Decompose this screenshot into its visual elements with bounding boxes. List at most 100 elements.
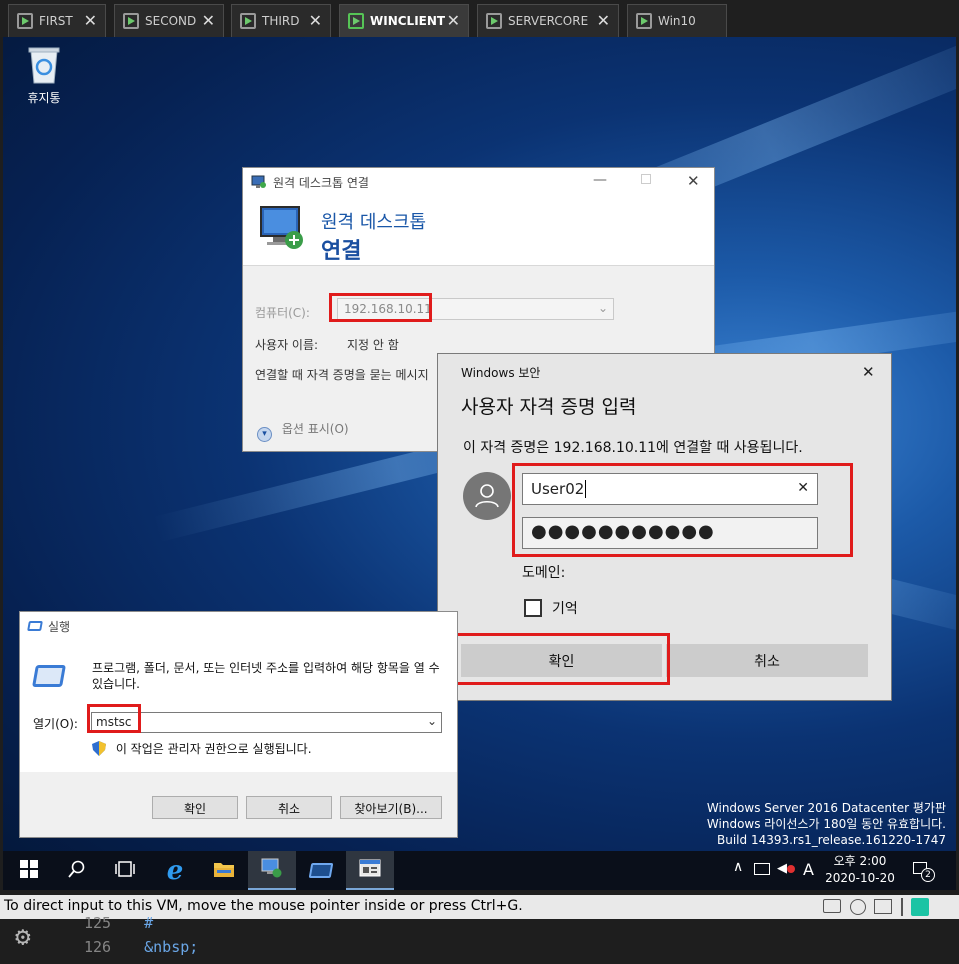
remember-label: 기억 — [552, 601, 578, 617]
window-title: 원격 데스크톱 연결 — [273, 175, 369, 190]
gear-icon[interactable]: ⚙ — [15, 922, 31, 952]
clock-date: 2020-10-20 — [825, 871, 895, 885]
vm-tab-winclient[interactable]: WINCLIENT ✕ — [339, 4, 469, 37]
open-combobox[interactable]: mstsc ⌄ — [91, 712, 442, 733]
vm-running-icon — [17, 13, 33, 29]
notification-count: 2 — [921, 868, 935, 882]
vm-tab-bar: FIRST ✕ SECOND ✕ THIRD ✕ WINCLIENT ✕ SER… — [0, 0, 959, 37]
options-label: 옵션 표시(O) — [281, 422, 349, 436]
dialog-description: 이 자격 증명은 192.168.10.11에 연결할 때 사용됩니다. — [463, 440, 803, 456]
rdp-header-title: 원격 데스크톱 — [321, 212, 427, 233]
remote-desktop-icon — [260, 857, 284, 883]
username-value: 지정 안 함 — [347, 338, 399, 352]
vm-tab-label: THIRD — [262, 14, 300, 28]
network-icon[interactable] — [754, 863, 770, 875]
vm-tab-win10[interactable]: Win10 — [627, 4, 727, 37]
close-icon[interactable]: ✕ — [862, 363, 875, 381]
volume-muted-icon[interactable]: ◀ — [777, 861, 795, 876]
chevron-down-icon[interactable]: ⌄ — [598, 301, 608, 315]
watermark-line: Windows Server 2016 Datacenter 평가판 — [706, 801, 946, 815]
remember-checkbox[interactable] — [524, 599, 542, 617]
close-icon[interactable]: ✕ — [597, 11, 610, 30]
admin-note-text: 이 작업은 관리자 권한으로 실행됩니다. — [115, 742, 312, 756]
browse-button[interactable]: 찾아보기(B)... — [340, 796, 442, 819]
close-icon[interactable]: ✕ — [447, 11, 460, 30]
evaluation-watermark: Windows Server 2016 Datacenter 평가판 Windo… — [707, 800, 946, 848]
line-number: 126 — [84, 938, 112, 956]
ok-button[interactable]: 확인 — [152, 796, 238, 819]
taskbar: e ∧ ◀ A 오후 2:00 2020-10-20 2 — [3, 851, 956, 890]
close-icon[interactable]: ✕ — [202, 11, 215, 30]
vm-tab-label: FIRST — [39, 14, 73, 28]
rdp-header-subtitle: 연결 — [321, 239, 362, 264]
options-toggle[interactable]: ▾ 옵션 표시(O) — [257, 420, 349, 442]
watermark-line: Build 14393.rs1_release.161220-1747 — [717, 833, 946, 847]
recycle-bin-icon — [27, 45, 61, 85]
security-dialog-taskbar-button[interactable] — [346, 851, 394, 890]
domain-label: 도메인: — [522, 565, 566, 581]
credential-window-icon — [359, 859, 381, 881]
dialog-heading: 사용자 자격 증명 입력 — [461, 396, 637, 418]
vm-tab-second[interactable]: SECOND ✕ — [114, 4, 224, 37]
keyboard-icon — [823, 899, 841, 913]
cancel-button-label: 취소 — [754, 654, 780, 670]
vm-tab-servercore[interactable]: SERVERCORE ✕ — [477, 4, 619, 37]
search-button[interactable] — [53, 851, 101, 890]
run-description: 프로그램, 폴더, 문서, 또는 인터넷 주소를 입력하여 해당 항목을 열 수… — [92, 661, 440, 691]
vm-tab-label: WINCLIENT — [370, 14, 446, 28]
username-label: 사용자 이름: — [255, 338, 319, 352]
internet-explorer-icon: e — [166, 855, 184, 886]
vm-tab-label: SERVERCORE — [508, 14, 589, 28]
minimize-icon[interactable]: — — [593, 172, 607, 188]
chevron-down-icon[interactable]: ⌄ — [427, 714, 437, 728]
folder-icon — [213, 860, 235, 882]
run-dialog: 실행 프로그램, 폴더, 문서, 또는 인터넷 주소를 입력하여 해당 항목을 … — [19, 611, 458, 838]
close-icon[interactable]: ✕ — [309, 11, 322, 30]
ime-indicator[interactable]: A — [803, 860, 814, 879]
dialog-title: Windows 보안 — [461, 366, 541, 380]
cancel-button[interactable]: 취소 — [246, 796, 332, 819]
file-explorer-button[interactable] — [200, 851, 248, 890]
run-taskbar-button[interactable] — [297, 851, 345, 890]
close-icon[interactable]: ✕ — [687, 172, 700, 190]
start-button[interactable] — [5, 851, 53, 890]
network-adapter-icon — [874, 899, 892, 914]
uac-shield-icon — [92, 741, 106, 756]
notification-button[interactable]: 2 — [911, 859, 935, 882]
cancel-button[interactable]: 취소 — [666, 644, 868, 677]
task-view-button[interactable] — [101, 851, 149, 890]
line-text: &nbsp; — [144, 938, 199, 956]
window-titlebar[interactable]: 원격 데스크톱 연결 — ✕ — [243, 168, 714, 196]
ok-button-label: 확인 — [183, 802, 207, 816]
vm-running-icon — [636, 13, 652, 29]
internet-explorer-button[interactable]: e — [151, 851, 199, 890]
close-icon[interactable]: ✕ — [84, 11, 97, 30]
vm-tab-third[interactable]: THIRD ✕ — [231, 4, 331, 37]
remote-desktop-taskbar-button[interactable] — [248, 851, 296, 890]
window-titlebar[interactable]: 실행 — [20, 612, 457, 640]
code-editor-fragment: ⚙ 125 # 126 &nbsp; — [0, 914, 959, 964]
maximize-icon — [641, 174, 651, 184]
line-text: # — [144, 914, 154, 932]
remote-desktop-icon — [259, 204, 307, 252]
credential-prompt-text: 연결할 때 자격 증명을 묻는 메시지 — [255, 368, 429, 382]
code-line: 125 # — [84, 914, 153, 932]
window-title: 실행 — [48, 619, 71, 634]
vm-tab-first[interactable]: FIRST ✕ — [8, 4, 106, 37]
computer-label: 컴퓨터(C): — [255, 306, 310, 320]
clock[interactable]: 오후 2:00 2020-10-20 — [825, 853, 895, 887]
highlight-box — [329, 293, 432, 322]
expand-options-icon: ▾ — [257, 427, 272, 442]
task-view-icon — [115, 860, 135, 881]
search-icon — [68, 860, 86, 882]
vm-running-icon — [486, 13, 502, 29]
vm-running-icon — [348, 13, 364, 29]
vm-tab-label: SECOND — [145, 14, 197, 28]
recycle-bin-shortcut[interactable]: 휴지통 — [17, 45, 71, 106]
notes-icon[interactable] — [911, 898, 929, 916]
disc-icon — [850, 899, 866, 915]
rdp-small-icon — [251, 175, 267, 189]
chevron-up-icon[interactable]: ∧ — [733, 859, 743, 875]
user-avatar-icon — [463, 472, 511, 520]
rdp-header: 원격 데스크톱 연결 — [243, 196, 714, 266]
